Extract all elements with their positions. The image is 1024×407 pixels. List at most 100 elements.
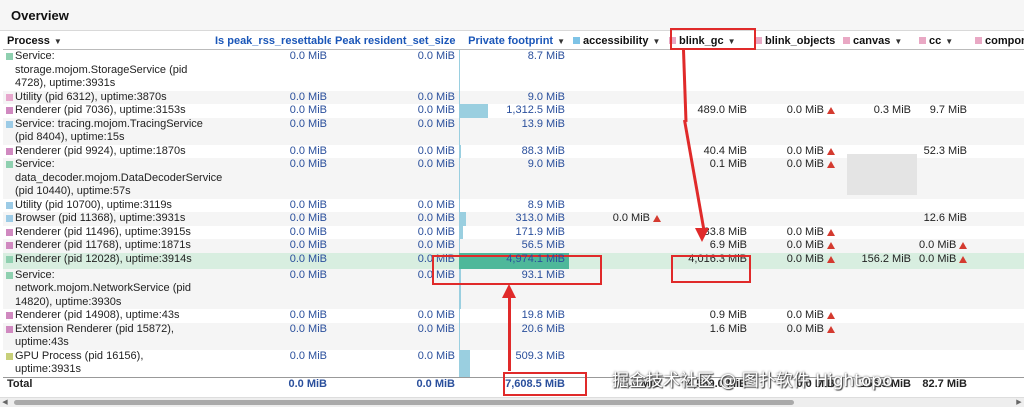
components-header-label: compone bbox=[985, 35, 1024, 47]
process-name-cell[interactable]: GPU Process (pid 16156), uptime:3931s bbox=[3, 350, 211, 378]
private-footprint-value: 8.7 MiB bbox=[528, 50, 565, 62]
components-cell bbox=[971, 350, 1024, 378]
rss-resettable-cell: 0.0 MiB bbox=[211, 239, 331, 253]
process-name-cell[interactable]: Extension Renderer (pid 15872), uptime:4… bbox=[3, 323, 211, 350]
blink-objects-cell: 0.0 MiB bbox=[751, 158, 839, 199]
private-footprint-value: 93.1 MiB bbox=[522, 269, 565, 281]
components-cell bbox=[971, 118, 1024, 145]
peak-rss-cell-value: 0.0 MiB bbox=[418, 212, 455, 224]
warning-icon[interactable] bbox=[827, 107, 835, 114]
canvas-cell bbox=[839, 50, 915, 91]
process-name-cell[interactable]: Service: network.mojom.NetworkService (p… bbox=[3, 269, 211, 310]
cc-cell: 9.7 MiB bbox=[915, 104, 971, 118]
process-color-swatch bbox=[6, 161, 13, 168]
table-row[interactable]: Service: storage.mojom.StorageService (p… bbox=[3, 50, 1024, 91]
components-color-swatch bbox=[975, 37, 982, 44]
components-cell bbox=[971, 158, 1024, 199]
process-name-cell[interactable]: Service: storage.mojom.StorageService (p… bbox=[3, 50, 211, 91]
warning-icon[interactable] bbox=[959, 256, 967, 263]
process-name-cell[interactable]: Renderer (pid 14908), uptime:43s bbox=[3, 309, 211, 323]
process-name-cell[interactable]: Service: data_decoder.mojom.DataDecoderS… bbox=[3, 158, 211, 199]
table-row[interactable]: Renderer (pid 11496), uptime:3915s 0.0 Mi… bbox=[3, 226, 1024, 240]
components-cell bbox=[971, 309, 1024, 323]
column-header-private-footprint[interactable]: Private footprint▼ bbox=[459, 32, 569, 50]
warning-icon[interactable] bbox=[827, 312, 835, 319]
process-name-cell[interactable]: Utility (pid 6312), uptime:3870s bbox=[3, 91, 211, 105]
canvas-cell: 0.3 MiB bbox=[839, 104, 915, 118]
overview-header[interactable]: Overview bbox=[0, 0, 1024, 31]
table-row[interactable]: Renderer (pid 11768), uptime:1871s0.0 Mi… bbox=[3, 239, 1024, 253]
blink-objects-cell: 0.0 MiB bbox=[751, 309, 839, 323]
process-name-cell[interactable]: Renderer (pid 11496), uptime:3915s bbox=[3, 226, 211, 240]
process-name-cell[interactable]: Browser (pid 11368), uptime:3931s bbox=[3, 212, 211, 226]
table-row[interactable]: Utility (pid 6312), uptime:3870s0.0 MiB0… bbox=[3, 91, 1024, 105]
process-name-cell[interactable]: Utility (pid 10700), uptime:3119s bbox=[3, 199, 211, 213]
blink-objects-cell-value: 0.0 MiB bbox=[787, 253, 824, 265]
column-header-blink-objects[interactable]: blink_objects▼ bbox=[751, 32, 839, 50]
table-row[interactable]: Service: tracing.mojom.TracingService (p… bbox=[3, 118, 1024, 145]
cc-cell: 0.0 MiB bbox=[915, 239, 971, 253]
rss-resettable-cell: 0.0 MiB bbox=[211, 145, 331, 159]
rss-resettable-cell-value: 0.0 MiB bbox=[290, 104, 327, 116]
cc-cell bbox=[915, 323, 971, 350]
process-color-swatch bbox=[6, 53, 13, 60]
blink-objects-cell-value: 0.0 MiB bbox=[787, 104, 824, 116]
column-header-process[interactable]: Process▼ bbox=[3, 32, 211, 50]
process-name-cell[interactable]: Renderer (pid 12028), uptime:3914s bbox=[3, 253, 211, 269]
private-footprint-cell: 88.3 MiB bbox=[459, 145, 569, 159]
total-label: Total bbox=[3, 377, 211, 394]
dropdown-arrow-icon: ▼ bbox=[894, 37, 902, 46]
table-row[interactable]: Extension Renderer (pid 15872), uptime:4… bbox=[3, 323, 1024, 350]
cc-cell: 0.0 MiB bbox=[915, 253, 971, 269]
rss-resettable-cell: 0.0 MiB bbox=[211, 269, 331, 310]
warning-icon[interactable] bbox=[959, 242, 967, 249]
column-header-components[interactable]: compone bbox=[971, 32, 1024, 50]
process-name-cell[interactable]: Renderer (pid 9924), uptime:1870s bbox=[3, 145, 211, 159]
canvas-cell-value: 0.3 MiB bbox=[874, 104, 911, 116]
private-footprint-value: 4,974.1 MiB bbox=[506, 253, 565, 265]
accessibility-cell bbox=[569, 50, 665, 91]
table-row[interactable]: Browser (pid 11368), uptime:3931s 0.0 MiB… bbox=[3, 212, 1024, 226]
column-header-canvas[interactable]: canvas▼ bbox=[839, 32, 915, 50]
table-row[interactable]: Renderer (pid 14908), uptime:43s 0.0 MiB 0… bbox=[3, 309, 1024, 323]
warning-icon[interactable] bbox=[827, 256, 835, 263]
peak-rss-cell: 0.0 MiB bbox=[331, 309, 459, 323]
private-footprint-value: 88.3 MiB bbox=[522, 145, 565, 157]
table-row[interactable]: Renderer (pid 7036), uptime:3153s 0.0 MiB… bbox=[3, 104, 1024, 118]
private-footprint-value: 313.0 MiB bbox=[515, 212, 565, 224]
blink-gc-cell-value: 40.4 MiB bbox=[704, 145, 747, 157]
process-name-cell[interactable]: Renderer (pid 11768), uptime:1871s bbox=[3, 239, 211, 253]
process-name-cell[interactable]: Service: tracing.mojom.TracingService (p… bbox=[3, 118, 211, 145]
warning-icon[interactable] bbox=[827, 242, 835, 249]
peak-rss-cell-value: 0.0 MiB bbox=[418, 350, 455, 362]
peak-rss-cell: 0.0 MiB bbox=[331, 104, 459, 118]
process-name-cell[interactable]: Renderer (pid 7036), uptime:3153s bbox=[3, 104, 211, 118]
accessibility-cell bbox=[569, 158, 665, 199]
column-header-accessibility[interactable]: accessibility▼ bbox=[569, 32, 665, 50]
peak-rss-cell-value: 0.0 MiB bbox=[418, 145, 455, 157]
scrollbar-thumb[interactable] bbox=[14, 400, 794, 405]
process-color-swatch bbox=[6, 353, 13, 360]
warning-icon[interactable] bbox=[827, 148, 835, 155]
components-cell bbox=[971, 239, 1024, 253]
rss-resettable-cell-value: 0.0 MiB bbox=[290, 158, 327, 170]
table-row[interactable]: Utility (pid 10700), uptime:3119s0.0 MiB… bbox=[3, 199, 1024, 213]
blink-gc-cell-value: 489.0 MiB bbox=[697, 104, 747, 116]
accessibility-cell bbox=[569, 226, 665, 240]
warning-icon[interactable] bbox=[653, 215, 661, 222]
cc-header-label: cc bbox=[929, 35, 941, 47]
warning-icon[interactable] bbox=[827, 229, 835, 236]
annotation-arrow-line-3 bbox=[508, 297, 511, 371]
process-name: Renderer (pid 7036), uptime:3153s bbox=[15, 104, 186, 116]
components-cell bbox=[971, 199, 1024, 213]
warning-icon[interactable] bbox=[827, 326, 835, 333]
process-color-swatch bbox=[6, 107, 13, 114]
column-header-cc[interactable]: cc▼ bbox=[915, 32, 971, 50]
blink-gc-cell-value: 0.1 MiB bbox=[710, 158, 747, 170]
process-name: Browser (pid 11368), uptime:3931s bbox=[15, 212, 185, 224]
rss-resettable-cell-value: 0.0 MiB bbox=[290, 323, 327, 335]
warning-icon[interactable] bbox=[827, 161, 835, 168]
column-header-peak-rss[interactable]: Peak resident_set_size▼ bbox=[331, 32, 459, 50]
rss-resettable-cell-value: 0.0 MiB bbox=[290, 226, 327, 238]
column-header-peak-rss-resettable[interactable]: Is peak_rss_resettable▼ bbox=[211, 32, 331, 50]
